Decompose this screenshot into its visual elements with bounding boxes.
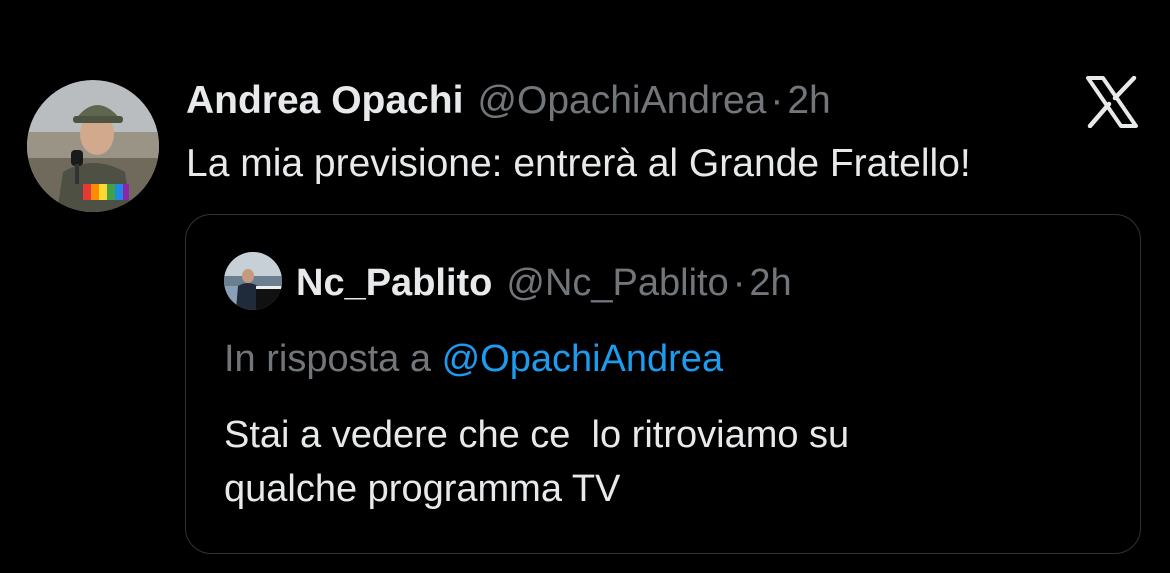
author-handle[interactable]: @OpachiAndrea bbox=[477, 74, 766, 128]
avatar-piano-icon bbox=[224, 252, 282, 310]
reply-prefix: In risposta a bbox=[224, 338, 431, 380]
quote-separator-dot: · bbox=[732, 262, 746, 304]
quote-timestamp[interactable]: 2h bbox=[749, 257, 791, 309]
quote-text-line-2: qualche programma TV bbox=[224, 468, 621, 510]
x-logo-icon[interactable] bbox=[1084, 75, 1140, 129]
avatar[interactable] bbox=[27, 80, 159, 212]
quote-header: Nc_Pablito @Nc_Pablito · 2h bbox=[296, 257, 792, 309]
tweet-header: Andrea Opachi @OpachiAndrea · 2h bbox=[186, 74, 831, 128]
reply-context: In risposta a @OpachiAndrea bbox=[224, 333, 723, 385]
quote-text: Stai a vedere che ce lo ritroviamo su qu… bbox=[224, 408, 1104, 516]
separator-dot: · bbox=[770, 79, 784, 122]
tweet: Andrea Opachi @OpachiAndrea · 2h La mia … bbox=[0, 0, 1170, 573]
author-name[interactable]: Andrea Opachi bbox=[186, 74, 463, 128]
quoted-tweet[interactable]: Nc_Pablito @Nc_Pablito · 2h In risposta … bbox=[185, 214, 1141, 554]
quote-avatar[interactable] bbox=[224, 252, 282, 310]
quote-text-line-1: Stai a vedere che ce lo ritroviamo su bbox=[224, 414, 850, 456]
avatar-reporter-icon bbox=[27, 80, 159, 212]
quote-author-name[interactable]: Nc_Pablito bbox=[296, 257, 492, 309]
reply-to-handle[interactable]: @OpachiAndrea bbox=[442, 338, 724, 380]
tweet-text: La mia previsione: entrerà al Grande Fra… bbox=[186, 142, 971, 185]
quote-author-handle[interactable]: @Nc_Pablito bbox=[506, 257, 728, 309]
timestamp[interactable]: 2h bbox=[787, 74, 830, 128]
